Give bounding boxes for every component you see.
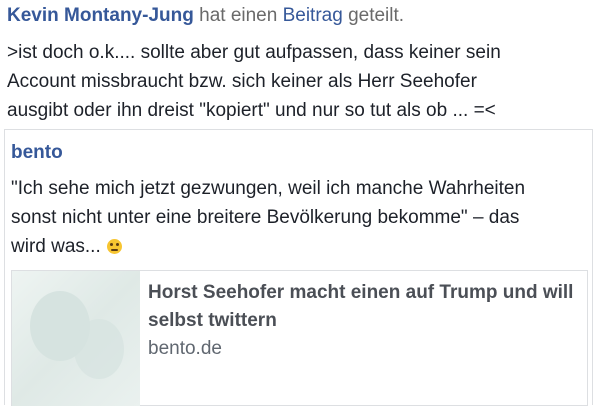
- shared-text-line-content: wird was...: [11, 236, 101, 257]
- shared-text-line: "Ich sehe mich jetzt gezwungen, weil ich…: [11, 178, 526, 199]
- shared-text-line: sonst nicht unter eine breitere Bevölker…: [11, 207, 520, 228]
- eye-roll-emoji-icon: [106, 239, 122, 254]
- post-header: Kevin Montany-Jung hat einen Beitrag get…: [7, 4, 404, 28]
- action-prefix: hat einen: [199, 5, 278, 26]
- post-text-line: ausgibt oder ihn dreist "kopiert" und nu…: [7, 100, 496, 121]
- link-domain: bento.de: [148, 338, 222, 359]
- post-text-line: >ist doch o.k.... sollte aber gut aufpas…: [7, 42, 501, 63]
- author-name-link[interactable]: Kevin Montany-Jung: [7, 5, 194, 26]
- shared-text-line: wird was...: [11, 232, 581, 261]
- post-text-line: Account missbraucht bzw. sich keiner als…: [7, 71, 477, 92]
- shared-post-text: "Ich sehe mich jetzt gezwungen, weil ich…: [11, 174, 581, 261]
- post-text: >ist doch o.k.... sollte aber gut aufpas…: [7, 38, 587, 125]
- shared-page-name-link[interactable]: bento: [11, 142, 63, 164]
- shared-post-link[interactable]: Beitrag: [283, 5, 343, 26]
- action-suffix: geteilt.: [348, 5, 405, 26]
- link-preview-card[interactable]: Horst Seehofer macht einen auf Trump und…: [11, 270, 588, 406]
- link-title[interactable]: Horst Seehofer macht einen auf Trump und…: [148, 279, 584, 335]
- shared-post-container: bento "Ich sehe mich jetzt gezwungen, we…: [4, 129, 593, 406]
- link-thumbnail-image[interactable]: [12, 271, 140, 406]
